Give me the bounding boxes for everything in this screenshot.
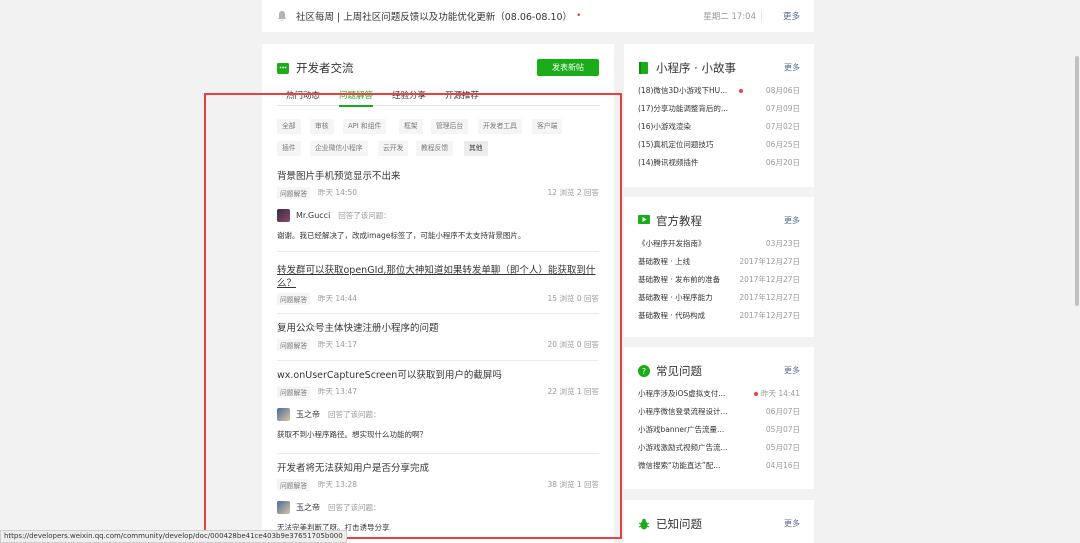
tutorial-item[interactable]: 基础教程 · 上线 2017年12月27日 [638, 256, 800, 268]
known-more-link[interactable]: 更多 [784, 518, 800, 529]
faq-item[interactable]: 小游戏激励式视频广告流... 05月07日 [638, 442, 800, 454]
tutorial-item[interactable]: 基础教程 · 发布前的准备 2017年12月27日 [638, 274, 800, 286]
tutorial-date: 2017年12月27日 [739, 257, 800, 266]
story-date: 06月20日 [765, 158, 800, 167]
story-date: 06月25日 [765, 140, 800, 149]
tutorial-date: 2017年12月27日 [739, 311, 800, 320]
new-dot [739, 89, 743, 93]
tutorials-panel: 官方教程 更多 《小程序开发指南》 03月23日 基础教程 · 上线 2017年12… [624, 197, 814, 337]
faq-date: 昨天 14:41 [761, 389, 800, 398]
known-issues-panel: 已知问题 更多 [624, 500, 814, 543]
tutorial-title[interactable]: 基础教程 · 代码构成 [638, 310, 705, 321]
new-dot [754, 392, 758, 396]
known-heading: 已知问题 [638, 516, 702, 532]
faq-item[interactable]: 小程序微信登录流程设计... 06月07日 [638, 406, 800, 418]
tutorial-title[interactable]: 基础教程 · 上线 [638, 256, 690, 267]
faq-date: 05月07日 [765, 425, 800, 434]
faq-heading: ? 常见问题 [638, 363, 702, 379]
faq-title: 常见问题 [656, 364, 702, 378]
story-title[interactable]: (15)真机定位问题技巧 [638, 139, 713, 150]
tutorial-title[interactable]: 基础教程 · 发布前的准备 [638, 274, 720, 285]
bug-icon [638, 518, 650, 530]
faq-title[interactable]: 微信搜索“功能直达”配... [638, 460, 720, 471]
faq-title[interactable]: 小游戏banner广告流量... [638, 424, 724, 435]
faq-date: 05月07日 [765, 443, 800, 452]
faq-date: 06月07日 [765, 407, 800, 416]
tutorials-heading: 官方教程 [638, 213, 702, 229]
stories-more-link[interactable]: 更多 [784, 62, 800, 73]
bell-icon [278, 11, 286, 22]
tutorials-title: 官方教程 [656, 214, 702, 228]
tutorial-title[interactable]: 基础教程 · 小程序能力 [638, 292, 713, 303]
chat-icon [277, 62, 289, 74]
tutorials-more-link[interactable]: 更多 [784, 215, 800, 226]
highlight-box [204, 93, 622, 539]
story-title[interactable]: (16)小游戏渲染 [638, 121, 691, 132]
tutorial-date: 03月23日 [765, 239, 800, 248]
faq-item[interactable]: 微信搜索“功能直达”配... 04月16日 [638, 460, 800, 472]
page-scrollbar[interactable] [1075, 56, 1079, 306]
book-icon [638, 62, 649, 74]
announcement-title[interactable]: 社区每周 | 上周社区问题反馈以及功能优化更新（08.06-08.10） [296, 9, 572, 23]
stories-panel: 小程序 · 小故事 更多 (18)微信3D小游戏下HU... 08月06日 (17… [624, 44, 814, 187]
faq-item[interactable]: 小游戏banner广告流量... 05月07日 [638, 424, 800, 436]
story-item[interactable]: (15)真机定位问题技巧 06月25日 [638, 139, 800, 151]
faq-title[interactable]: 小游戏激励式视频广告流... [638, 442, 728, 453]
new-post-button[interactable]: 发表新帖 [537, 59, 599, 76]
story-item[interactable]: (16)小游戏渲染 07月02日 [638, 121, 800, 133]
faq-item[interactable]: 小程序涉及iOS虚拟支付... 昨天 14:41 [638, 388, 800, 400]
story-title[interactable]: (18)微信3D小游戏下HU... [638, 85, 727, 96]
new-dot: • [576, 11, 582, 21]
story-title[interactable]: (14)腾讯视频插件 [638, 157, 698, 168]
svg-text:?: ? [642, 367, 646, 376]
story-item[interactable]: (17)分享功能调整背后的... 07月09日 [638, 103, 800, 115]
question-icon: ? [638, 365, 650, 377]
announcement-bar[interactable]: 社区每周 | 上周社区问题反馈以及功能优化更新（08.06-08.10） • 星… [262, 0, 814, 32]
story-title[interactable]: (17)分享功能调整背后的... [638, 103, 728, 114]
story-date: 08月06日 [765, 86, 800, 95]
faq-title[interactable]: 小程序微信登录流程设计... [638, 406, 728, 417]
stories-title: 小程序 · 小故事 [656, 61, 736, 75]
tutorial-item[interactable]: 《小程序开发指南》 03月23日 [638, 238, 800, 250]
story-date: 07月09日 [765, 104, 800, 113]
tutorial-item[interactable]: 基础教程 · 代码构成 2017年12月27日 [638, 310, 800, 322]
announcement-more-link[interactable]: 更多 [783, 10, 800, 22]
tutorial-date: 2017年12月27日 [739, 293, 800, 302]
story-item[interactable]: (18)微信3D小游戏下HU... 08月06日 [638, 85, 800, 97]
tutorial-item[interactable]: 基础教程 · 小程序能力 2017年12月27日 [638, 292, 800, 304]
play-icon [638, 215, 650, 227]
panel-title-text: 开发者交流 [296, 61, 354, 75]
tutorial-title[interactable]: 《小程序开发指南》 [638, 238, 706, 249]
faq-title[interactable]: 小程序涉及iOS虚拟支付... [638, 388, 725, 399]
known-title: 已知问题 [656, 517, 702, 531]
story-date: 07月02日 [765, 122, 800, 131]
faq-date: 04月16日 [765, 461, 800, 470]
announcement-date: 星期二 17:04 [703, 12, 756, 22]
divider [761, 10, 762, 22]
panel-title: 开发者交流 [277, 60, 354, 76]
faq-panel: ? 常见问题 更多 小程序涉及iOS虚拟支付... 昨天 14:41 小程序微信登… [624, 347, 814, 489]
tutorial-date: 2017年12月27日 [739, 275, 800, 284]
faq-more-link[interactable]: 更多 [784, 365, 800, 376]
story-item[interactable]: (14)腾讯视频插件 06月20日 [638, 157, 800, 169]
status-bar-url: https://developers.weixin.qq.com/communi… [0, 530, 347, 543]
stories-heading: 小程序 · 小故事 [638, 60, 736, 76]
